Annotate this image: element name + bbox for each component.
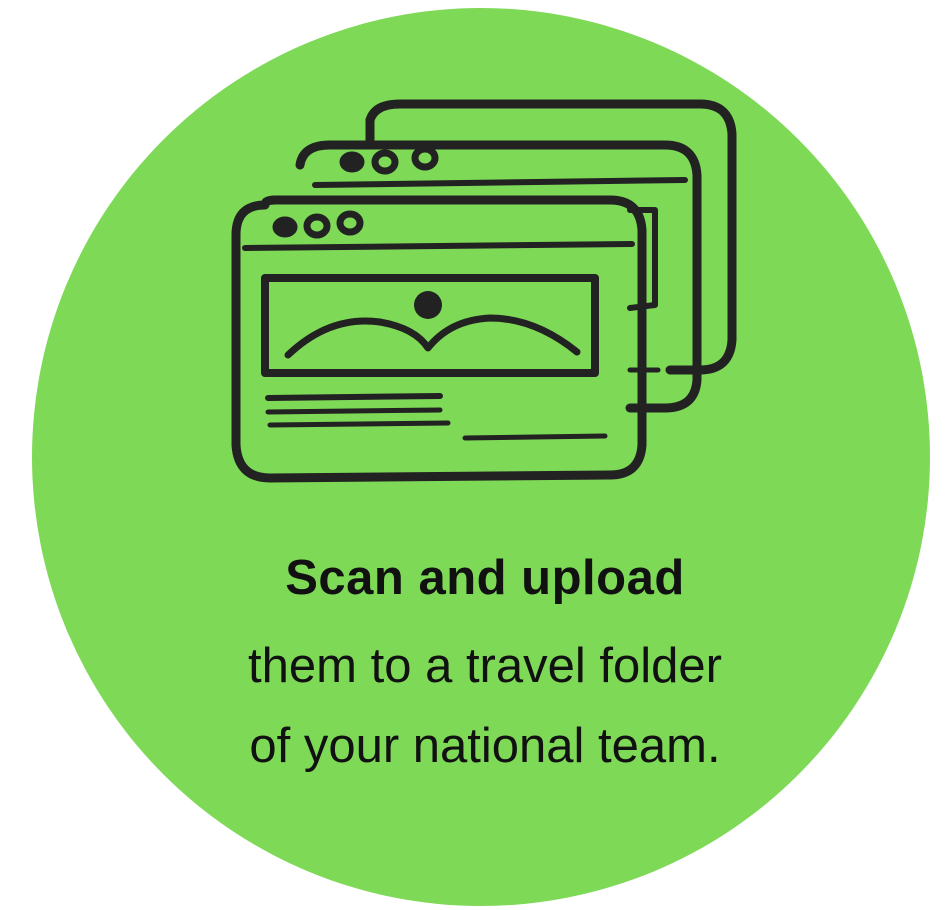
- description-line-2: of your national team.: [249, 719, 721, 773]
- window-dot-icon: [272, 216, 298, 238]
- window-dot-icon: [339, 151, 365, 173]
- window-dot-icon: [371, 149, 399, 175]
- sun-icon: [414, 291, 442, 319]
- description-line-1: them to a travel folder: [248, 639, 722, 693]
- stacked-browser-windows-icon: [231, 99, 737, 483]
- window-dot-icon: [303, 213, 331, 239]
- headline: Scan and upload: [285, 551, 685, 605]
- window-dot-icon: [411, 145, 439, 171]
- window-dot-icon: [336, 210, 364, 236]
